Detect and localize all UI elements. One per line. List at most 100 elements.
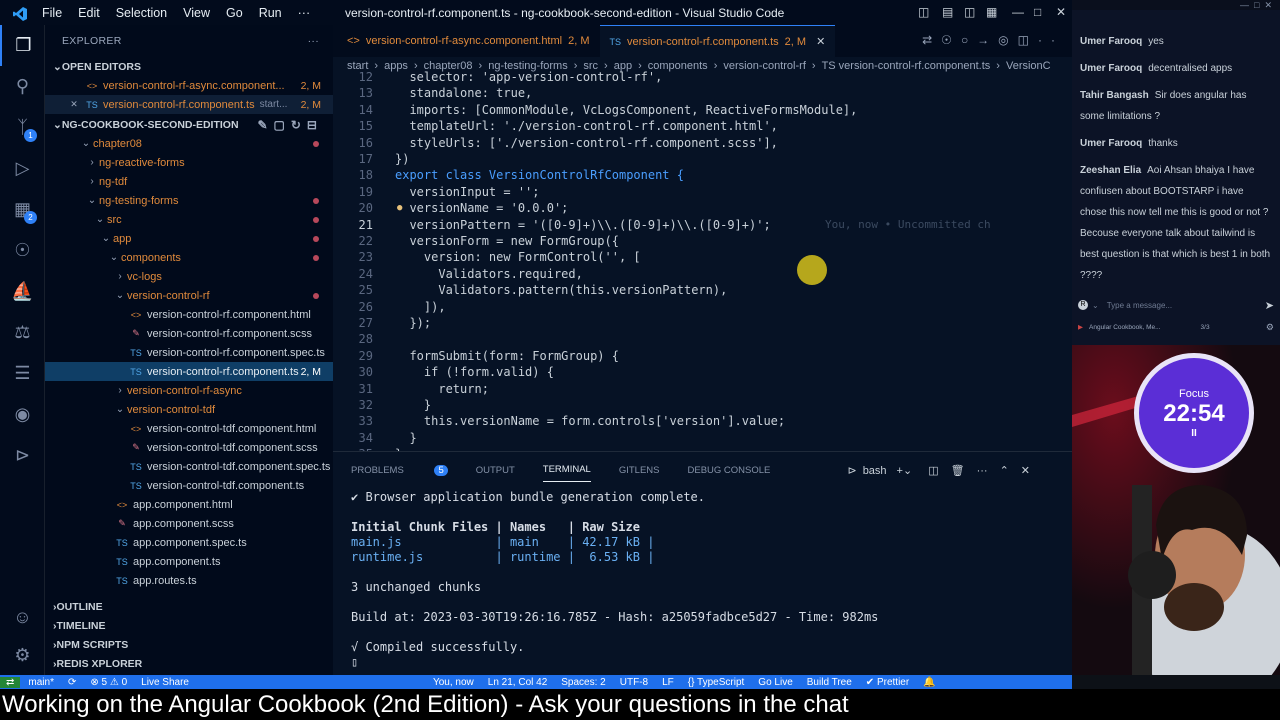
menu-more[interactable]: ··· (298, 6, 311, 20)
tree-file[interactable]: <> app.component.html (45, 495, 333, 514)
toggle-secondary-sidebar-icon[interactable]: ◫ (964, 5, 975, 19)
code-line[interactable]: version: new FormControl('', [ (395, 249, 641, 265)
testing-icon[interactable]: ⚖ (0, 312, 45, 353)
timeline-section[interactable]: › TIMELINE (45, 616, 333, 635)
tab-rf-ts[interactable]: TS version-control-rf.component.ts 2, M … (599, 25, 836, 57)
code-line[interactable]: if (!form.valid) { (395, 364, 554, 380)
tree-file[interactable]: <> version-control-tdf.component.html (45, 419, 333, 438)
code-line[interactable]: return; (395, 381, 489, 397)
sync-item[interactable]: ⟳ (68, 677, 76, 688)
chat-input[interactable]: Type a message... (1107, 301, 1172, 310)
list-icon[interactable]: ☰ (0, 353, 45, 394)
code-line[interactable]: versionInput = ''; (395, 184, 539, 200)
tab-async-html[interactable]: <> version-control-rf-async.component.ht… (333, 25, 600, 57)
customize-layout-icon[interactable]: ▦ (986, 5, 997, 19)
menu-file[interactable]: File (42, 6, 62, 20)
extensions-icon[interactable]: ▦ 2 (0, 189, 45, 230)
tree-file[interactable]: TS app.component.spec.ts (45, 533, 333, 552)
tree-file[interactable]: TS version-control-tdf.component.spec.ts (45, 457, 333, 476)
split-terminal-icon[interactable]: ◫ (928, 465, 938, 477)
code-line[interactable]: Validators.pattern(this.versionPattern), (395, 282, 727, 298)
close-window-icon[interactable]: ✕ (1056, 5, 1066, 19)
chevron-down-icon[interactable]: ⌄ (1092, 301, 1099, 310)
notifications-icon[interactable]: 🔔 (923, 677, 935, 688)
eol-item[interactable]: LF (662, 677, 674, 688)
terminal-icon[interactable]: ⊳ (0, 435, 45, 476)
tree-folder[interactable]: ⌄ version-control-rf (45, 286, 333, 305)
account-icon[interactable]: ☺ (0, 597, 45, 638)
docker-icon[interactable]: ⛵ (0, 271, 45, 312)
tree-folder[interactable]: ⌄ version-control-tdf (45, 400, 333, 419)
menu-go[interactable]: Go (226, 6, 243, 20)
code-line[interactable]: }); (395, 315, 431, 331)
menu-run[interactable]: Run (259, 6, 282, 20)
menu-edit[interactable]: Edit (78, 6, 100, 20)
code-line[interactable]: } (395, 430, 416, 446)
code-line[interactable]: this.versionName = form.controls['versio… (395, 413, 785, 429)
tree-file[interactable]: ✎ version-control-tdf.component.scss (45, 438, 333, 457)
code-line[interactable]: styleUrls: ['./version-control-rf.compon… (395, 135, 777, 151)
tree-file[interactable]: <> version-control-rf.component.html (45, 305, 333, 324)
encoding-item[interactable]: UTF-8 (620, 677, 648, 688)
more-actions-icon[interactable]: ··· (308, 35, 319, 47)
explorer-actions[interactable]: ✎▢↻⊟ (257, 118, 323, 132)
run-debug-icon[interactable]: ▷ (0, 148, 45, 189)
breadcrumb-item[interactable]: VersionC (1006, 60, 1051, 72)
menu-selection[interactable]: Selection (116, 6, 167, 20)
more-icon[interactable]: ··· (977, 465, 988, 477)
settings-gear-icon[interactable]: ⚙ (0, 635, 45, 676)
code-line[interactable]: versionName = '0.0.0'; (395, 200, 568, 216)
search-icon[interactable]: ⚲ (0, 66, 45, 107)
cursor-position-item[interactable]: Ln 21, Col 42 (488, 677, 548, 688)
editor-actions[interactable]: ⇄☉○→◎◫·· (922, 33, 1064, 47)
code-line[interactable]: ]), (395, 299, 446, 315)
indent-item[interactable]: Spaces: 2 (561, 677, 605, 688)
gear-icon[interactable]: ⚙ (1266, 322, 1274, 333)
language-item[interactable]: {} TypeScript (688, 677, 745, 688)
menu-view[interactable]: View (183, 6, 210, 20)
blame-item[interactable]: You, now (433, 677, 474, 688)
kill-terminal-icon[interactable]: 🗑 (951, 465, 965, 477)
tree-file[interactable]: TS version-control-tdf.component.ts (45, 476, 333, 495)
tab-terminal[interactable]: TERMINAL (542, 464, 591, 482)
tree-file[interactable]: ✎ version-control-rf.component.scss (45, 324, 333, 343)
build-tree-item[interactable]: Build Tree (807, 677, 852, 688)
json-icon[interactable]: ◉ (0, 394, 45, 435)
code-line[interactable]: Validators.required, (395, 266, 583, 282)
tree-folder[interactable]: › ng-tdf (45, 172, 333, 191)
source-control-icon[interactable]: ᛉ1 (0, 107, 45, 148)
branch-item[interactable]: main* (28, 677, 54, 688)
panel-actions[interactable]: ⊳ bash +⌄ ◫ 🗑 ··· ⌃ ✕ (847, 464, 1058, 477)
breadcrumb-item[interactable]: version-control-rf (723, 60, 806, 72)
tree-file[interactable]: TS app.component.ts (45, 552, 333, 571)
open-editor-item-active[interactable]: ✕ TS version-control-rf.component.ts sta… (45, 95, 333, 114)
tree-folder[interactable]: ⌄ components (45, 248, 333, 267)
remote-icon[interactable]: ⇄ (0, 676, 21, 688)
maximize-icon[interactable]: □ (1034, 5, 1041, 19)
gitlens-icon[interactable]: ☉ (0, 230, 45, 271)
code-line[interactable]: formSubmit(form: FormGroup) { (395, 348, 619, 364)
tree-file[interactable]: TS version-control-rf.component.spec.ts (45, 343, 333, 362)
chat-window-controls[interactable]: — □ ✕ (1072, 0, 1280, 10)
prettier-item[interactable]: ✔ Prettier (866, 677, 909, 688)
tab-output[interactable]: OUTPUT (476, 465, 515, 476)
maximize-panel-icon[interactable]: ⌃ (1000, 465, 1009, 477)
new-terminal-icon[interactable]: +⌄ (897, 465, 913, 477)
tab-debug-console[interactable]: DEBUG CONSOLE (688, 465, 771, 476)
code-line[interactable]: selector: 'app-version-control-rf', (395, 69, 662, 85)
minimize-icon[interactable]: — (1012, 5, 1024, 19)
open-editors-section[interactable]: ⌄ OPEN EDITORS (45, 57, 333, 76)
code-line[interactable]: versionForm = new FormGroup({ (395, 233, 619, 249)
tree-file[interactable]: ✎ app.component.scss (45, 514, 333, 533)
pause-button[interactable]: II (1191, 428, 1197, 439)
npm-scripts-section[interactable]: › NPM SCRIPTS (45, 635, 333, 654)
outline-section[interactable]: › OUTLINE (45, 597, 333, 616)
breadcrumb-item[interactable]: TS version-control-rf.component.ts (822, 60, 991, 72)
tree-folder[interactable]: › vc-logs (45, 267, 333, 286)
problems-item[interactable]: ⊗ 5 ⚠ 0 (90, 677, 127, 688)
tree-file[interactable]: TS app.routes.ts (45, 571, 333, 590)
tree-folder[interactable]: ⌄ chapter08 (45, 134, 333, 153)
tab-gitlens[interactable]: GITLENS (619, 465, 660, 476)
tab-problems[interactable]: PROBLEMS 5 (351, 464, 448, 476)
tree-folder[interactable]: › version-control-rf-async (45, 381, 333, 400)
